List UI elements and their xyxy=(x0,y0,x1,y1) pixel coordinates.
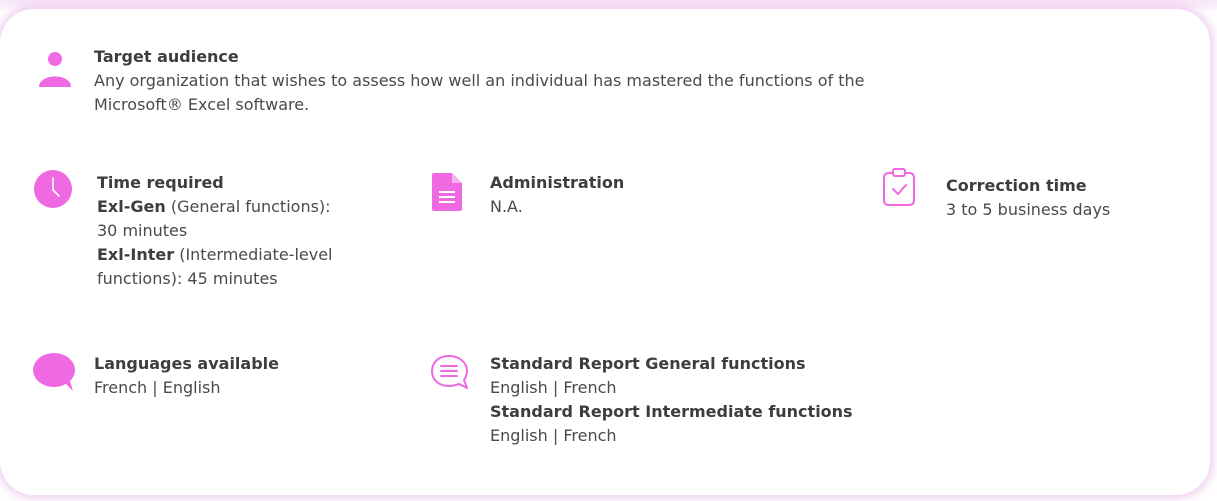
correction-time-value: 3 to 5 business days xyxy=(946,200,1111,219)
correction-time-block: Correction time 3 to 5 business days xyxy=(946,174,1110,222)
correction-time-label: Correction time xyxy=(946,176,1087,195)
exl-inter-line: Exl-Inter (Intermediate-level xyxy=(97,243,332,267)
time-required-label: Time required xyxy=(97,173,224,192)
report-intermediate-value: English | French xyxy=(490,426,617,445)
clock-icon xyxy=(33,169,73,209)
administration-label: Administration xyxy=(490,173,625,192)
target-audience-line1: Any organization that wishes to assess h… xyxy=(94,71,865,90)
time-required-block: Time required Exl-Gen (General functions… xyxy=(97,171,332,291)
target-audience-label: Target audience xyxy=(94,47,239,66)
languages-value: French | English xyxy=(94,378,221,397)
info-card: Target audience Any organization that wi… xyxy=(0,9,1210,495)
languages-block: Languages available French | English xyxy=(94,352,279,400)
standard-report-block: Standard Report General functions Englis… xyxy=(490,352,853,448)
chat-lines-icon xyxy=(429,353,471,393)
report-general-value: English | French xyxy=(490,378,617,397)
report-general-label: Standard Report General functions xyxy=(490,354,806,373)
target-audience-line2: Microsoft® Excel software. xyxy=(94,95,310,114)
speech-bubble-icon xyxy=(31,351,77,395)
administration-block: Administration N.A. xyxy=(490,171,624,219)
exl-inter-name: Exl-Inter xyxy=(97,245,175,264)
exl-gen-name: Exl-Gen xyxy=(97,197,166,216)
user-icon xyxy=(36,49,76,89)
exl-inter-desc: (Intermediate-level xyxy=(174,245,333,264)
administration-value: N.A. xyxy=(490,197,523,216)
clipboard-check-icon xyxy=(881,167,919,207)
languages-label: Languages available xyxy=(94,354,279,373)
exl-gen-time: 30 minutes xyxy=(97,221,188,240)
exl-gen-desc: (General functions): xyxy=(165,197,331,216)
target-audience-block: Target audience Any organization that wi… xyxy=(94,45,864,117)
exl-gen-line: Exl-Gen (General functions): xyxy=(97,195,332,219)
document-icon xyxy=(430,171,464,213)
report-intermediate-label: Standard Report Intermediate functions xyxy=(490,402,853,421)
exl-inter-time: functions): 45 minutes xyxy=(97,269,278,288)
